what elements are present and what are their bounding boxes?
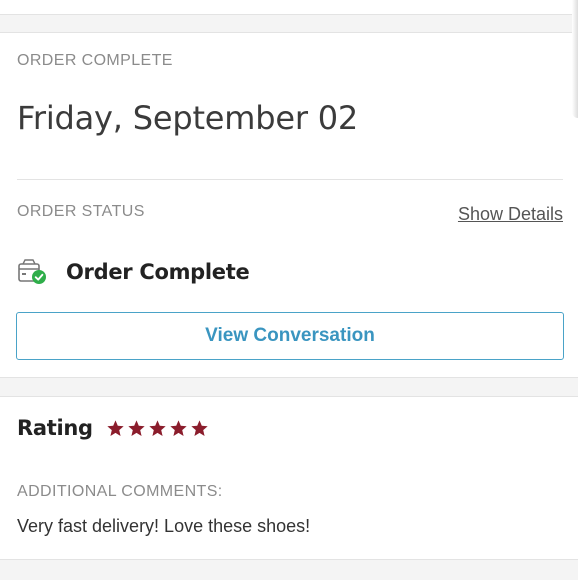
comment-text: Very fast delivery! Love these shoes! bbox=[17, 516, 311, 536]
rating-label: Rating bbox=[17, 416, 93, 440]
order-status-text: Order Complete bbox=[66, 260, 250, 284]
show-details-link[interactable]: Show Details bbox=[458, 204, 563, 225]
order-status-row: Order Complete bbox=[17, 258, 250, 286]
previous-card-edge bbox=[0, 0, 578, 15]
order-complete-label: ORDER COMPLETE bbox=[17, 52, 173, 69]
order-date: Friday, September 02 bbox=[17, 99, 359, 137]
scrollbar-edge bbox=[572, 0, 578, 118]
rating-row: Rating bbox=[17, 414, 211, 442]
star-icon bbox=[107, 419, 124, 436]
view-conversation-button[interactable]: View Conversation bbox=[16, 312, 564, 360]
divider bbox=[17, 179, 563, 180]
star-icon bbox=[170, 419, 187, 436]
star-icon bbox=[149, 419, 166, 436]
star-rating bbox=[106, 419, 211, 438]
package-check-icon bbox=[18, 259, 46, 284]
star-icon bbox=[128, 419, 145, 436]
rating-card: Rating ADDITIONAL COMMENTS: Very fast de… bbox=[0, 396, 578, 560]
additional-comments-label: ADDITIONAL COMMENTS: bbox=[17, 483, 223, 500]
star-icon bbox=[191, 419, 208, 436]
order-summary-card: ORDER COMPLETE Friday, September 02 ORDE… bbox=[0, 32, 578, 378]
order-status-label: ORDER STATUS bbox=[17, 203, 145, 220]
